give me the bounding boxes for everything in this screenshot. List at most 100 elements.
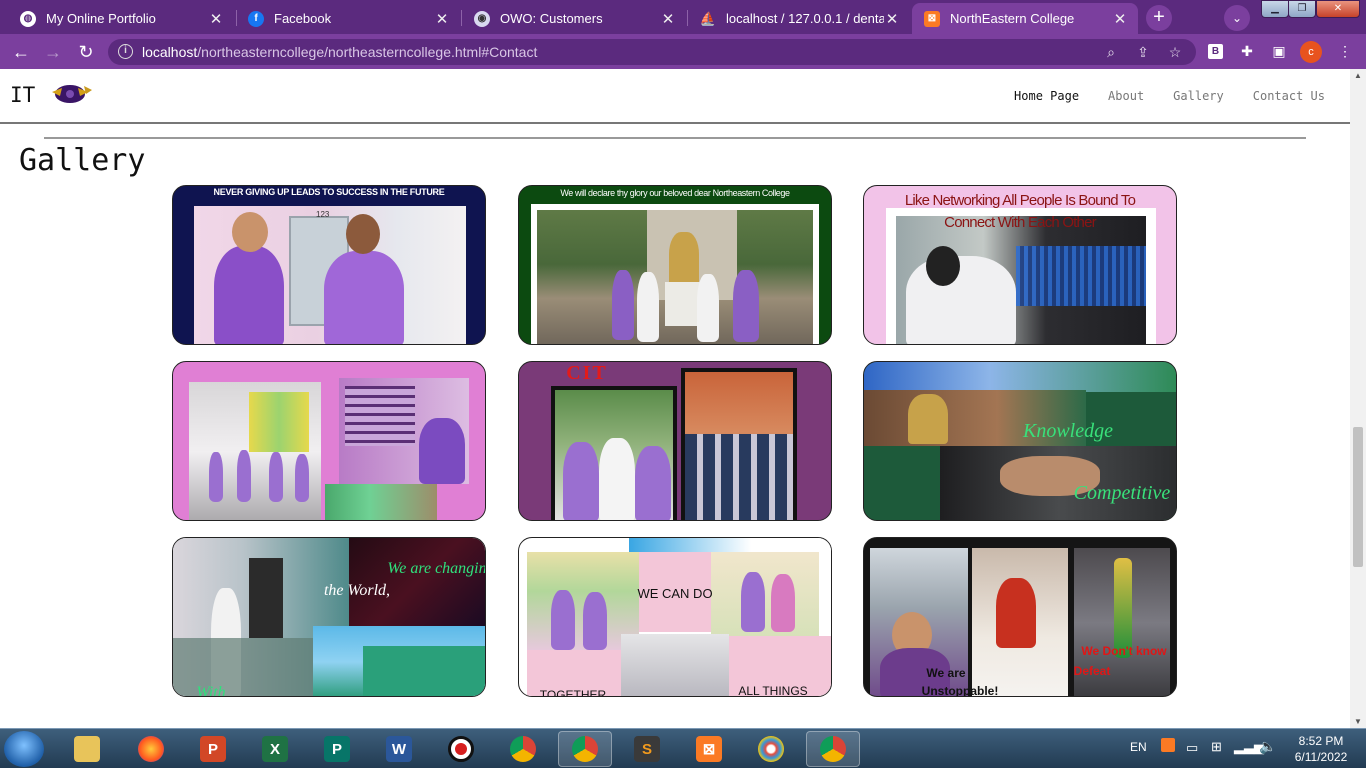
chrome-icon[interactable] (496, 731, 550, 767)
windows-taskbar: P X P W S ⊠ EN ▭ ⊞ ▂▃▅ 🔈 8:52 PM 6/11/20… (0, 728, 1366, 768)
gallery-card-caption: We will declare thy glory our beloved de… (560, 188, 790, 198)
record-icon[interactable] (434, 731, 488, 767)
gallery-card-6[interactable]: Knowledge Competitive (863, 361, 1177, 521)
chrome-menu-icon[interactable]: ⋮ (1336, 42, 1354, 60)
page-scrollbar[interactable]: ▲ ▼ (1350, 69, 1366, 728)
photo-person (214, 246, 284, 344)
new-tab-button[interactable]: + (1146, 5, 1172, 31)
scroll-up-arrow-icon[interactable]: ▲ (1353, 71, 1363, 80)
photo-person-head (346, 214, 380, 254)
back-arrow-icon[interactable]: ← (9, 40, 33, 64)
bookmark-star-icon[interactable]: ☆ (1166, 43, 1184, 61)
xampp-tray-icon[interactable] (1161, 738, 1175, 752)
college-logo-icon[interactable] (48, 82, 96, 106)
gallery-photo (537, 210, 813, 344)
nav-contact-us[interactable]: Contact Us (1253, 89, 1325, 103)
chrome-alt-icon[interactable] (806, 731, 860, 767)
gallery-card-1[interactable]: NEVER GIVING UP LEADS TO SUCCESS IN THE … (172, 185, 486, 345)
photo-building (363, 646, 485, 696)
excel-icon[interactable]: X (248, 731, 302, 767)
gallery-photo (685, 372, 793, 520)
site-info-icon[interactable]: i (118, 44, 133, 59)
paint-icon[interactable] (744, 731, 798, 767)
browser-tab-strip: ◍ My Online Portfolio ✕ f Facebook ✕ ◉ O… (0, 0, 1366, 34)
photo-team-group (685, 434, 793, 520)
gallery-card-8[interactable]: WE CAN DO TOGETHER ALL THINGS (518, 537, 832, 697)
tab-phpmyadmin[interactable]: ⛵ localhost / 127.0.0.1 / dental_a ✕ (688, 3, 910, 34)
gallery-photo (555, 390, 673, 520)
close-tab-icon[interactable]: ✕ (434, 10, 450, 28)
close-window-button[interactable]: ✕ (1316, 0, 1360, 18)
volume-tray-icon[interactable]: 🔈 (1259, 738, 1276, 755)
minimize-window-button[interactable]: ▁ (1261, 0, 1289, 18)
share-icon[interactable]: ⇪ (1134, 43, 1152, 61)
scroll-down-arrow-icon[interactable]: ▼ (1353, 717, 1363, 726)
gallery-photo-sky (864, 362, 1176, 392)
forward-arrow-icon[interactable]: → (41, 40, 65, 64)
word-icon[interactable]: W (372, 731, 426, 767)
language-indicator[interactable]: EN (1130, 740, 1147, 754)
site-brand[interactable]: IT (10, 83, 35, 107)
reload-icon[interactable]: ↻ (74, 40, 98, 64)
photo-person (635, 446, 671, 520)
firefox-icon[interactable] (124, 731, 178, 767)
maximize-window-button[interactable]: ❐ (1288, 0, 1316, 18)
gallery-card-caption-top: Knowledge (1023, 420, 1113, 442)
gallery-photo-frame (551, 386, 677, 520)
photo-statue (669, 232, 699, 287)
gallery-card-9[interactable]: We are Unstoppable! We Don't know Defeat (863, 537, 1177, 697)
close-tab-icon[interactable]: ✕ (1112, 10, 1128, 28)
gallery-card-caption-right-2: Defeat (1073, 664, 1111, 678)
display-tray-icon[interactable]: ▭ (1186, 740, 1198, 756)
extension-b-icon[interactable]: B (1208, 44, 1223, 59)
gallery-card-5[interactable]: CIT (518, 361, 832, 521)
scrollbar-thumb[interactable] (1353, 427, 1363, 567)
zoom-icon[interactable]: ⌕ (1102, 43, 1120, 61)
gallery-card-7[interactable]: We are changing the World, With (172, 537, 486, 697)
gallery-photo-frame (531, 204, 819, 344)
address-bar[interactable]: i localhost/northeasterncollege/northeas… (108, 39, 1196, 65)
system-clock[interactable]: 8:52 PM 6/11/2022 (1285, 733, 1357, 765)
tab-title: Facebook (274, 11, 332, 26)
gallery-card-caption-3: With (196, 684, 226, 697)
url-host: localhost (142, 44, 198, 60)
photo-person-head (926, 246, 960, 286)
nav-gallery[interactable]: Gallery (1173, 89, 1224, 103)
tab-owo-customers[interactable]: ◉ OWO: Customers ✕ (462, 3, 686, 34)
windows-start-button[interactable] (4, 731, 44, 767)
tab-facebook[interactable]: f Facebook ✕ (236, 3, 460, 34)
close-tab-icon[interactable]: ✕ (208, 10, 224, 28)
gallery-card-caption-left-2: Unstoppable! (921, 684, 999, 697)
gallery-card-2[interactable]: We will declare thy glory our beloved de… (518, 185, 832, 345)
gallery-card-3[interactable]: Like Networking All People Is Bound To C… (863, 185, 1177, 345)
profile-avatar[interactable]: c (1300, 41, 1322, 63)
gallery-card-4[interactable] (172, 361, 486, 521)
clock-date: 6/11/2022 (1294, 750, 1348, 764)
photo-person (419, 418, 465, 484)
owo-icon: ◉ (474, 10, 490, 27)
section-divider (44, 137, 1306, 139)
publisher-icon[interactable]: P (310, 731, 364, 767)
tab-search-icon[interactable]: ⌄ (1224, 5, 1250, 31)
photo-person (996, 578, 1036, 648)
network-tray-icon[interactable]: ⊞ (1211, 739, 1222, 755)
gallery-card-caption-bottom: Competitive (1073, 482, 1171, 504)
address-url[interactable]: localhost/northeasterncollege/northeaste… (142, 44, 537, 60)
side-panel-icon[interactable]: ▣ (1270, 42, 1288, 60)
nav-home-page[interactable]: Home Page (1014, 89, 1079, 103)
nav-about[interactable]: About (1108, 89, 1144, 103)
chrome-profile-icon[interactable] (558, 731, 612, 767)
file-explorer-icon[interactable] (60, 731, 114, 767)
tab-northeastern-college[interactable]: ⊠ NorthEastern College ✕ (912, 3, 1138, 34)
sublime-icon[interactable]: S (620, 731, 674, 767)
photo-banner (249, 392, 309, 452)
tab-my-online-portfolio[interactable]: ◍ My Online Portfolio ✕ (8, 3, 234, 34)
close-tab-icon[interactable]: ✕ (660, 10, 676, 28)
close-tab-icon[interactable]: ✕ (884, 10, 900, 28)
photo-text: 123 (316, 210, 330, 219)
gallery-card-caption-2: the World, (323, 582, 391, 599)
xampp-icon[interactable]: ⊠ (682, 731, 736, 767)
powerpoint-icon[interactable]: P (186, 731, 240, 767)
extensions-puzzle-icon[interactable]: ✚ (1238, 42, 1256, 60)
photo-person (612, 270, 634, 340)
